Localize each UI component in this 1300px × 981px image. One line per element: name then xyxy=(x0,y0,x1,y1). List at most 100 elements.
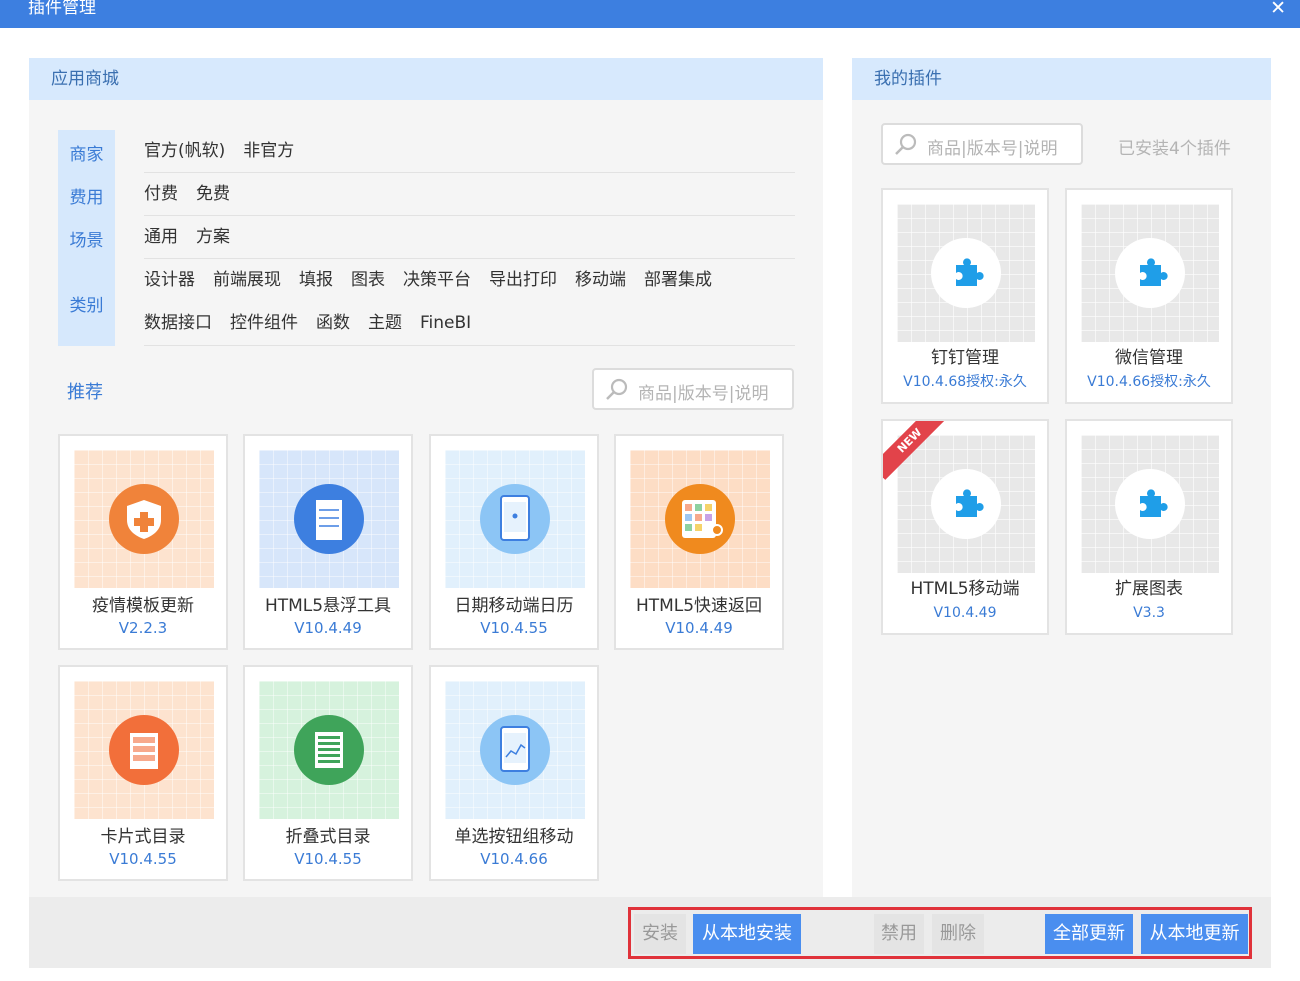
store-item-card[interactable]: 日期移动端日历 V10.4.55 xyxy=(429,434,599,650)
plugin-thumbnail xyxy=(897,204,1035,342)
plugin-version: V2.2.3 xyxy=(118,619,168,637)
plugin-name: 卡片式目录 xyxy=(100,827,186,847)
filter-option[interactable]: 通用 xyxy=(144,216,178,258)
puzzle-icon xyxy=(931,238,1001,308)
search-icon xyxy=(606,378,628,400)
plugin-name: 微信管理 xyxy=(1115,348,1183,368)
my-plugins-title: 我的插件 xyxy=(852,58,1271,100)
disable-button[interactable]: 禁用 xyxy=(874,914,924,954)
filter-option[interactable]: 非官方 xyxy=(243,130,294,172)
cards-icon xyxy=(109,715,179,785)
filter-option[interactable]: 付费 xyxy=(144,173,178,215)
filter-category-type: 类别 xyxy=(69,296,104,316)
store-item-card[interactable]: 疫情模板更新 V2.2.3 xyxy=(58,434,228,650)
filter-category-merchant: 商家 xyxy=(69,145,104,165)
app-store-title: 应用商城 xyxy=(29,58,823,100)
plugin-thumbnail xyxy=(1081,204,1219,342)
title-bar: 插件管理 ✕ xyxy=(0,0,1300,28)
filter-option[interactable]: 官方(帆软) xyxy=(144,130,225,172)
filter-option[interactable]: 主题 xyxy=(368,302,402,344)
store-search-input[interactable]: 商品|版本号|说明 xyxy=(592,368,794,410)
plugin-name: HTML5悬浮工具 xyxy=(264,596,392,616)
filter-option[interactable]: 数据接口 xyxy=(144,302,212,344)
filter-area: 商家 费用 场景 类别 官方(帆软) 非官方 付费 免费 通用 方案 设计器 前端展现填… xyxy=(58,130,795,346)
plugin-version: V10.4.66 xyxy=(480,850,548,868)
filter-row-scene: 通用 方案 xyxy=(144,216,795,259)
plugin-thumbnail xyxy=(74,450,214,588)
installed-count: 已安装4个插件 xyxy=(1118,139,1231,159)
store-search-placeholder: 商品|版本号|说明 xyxy=(638,384,769,404)
recommend-label: 推荐 xyxy=(67,382,103,403)
puzzle-icon xyxy=(1115,469,1185,539)
store-item-card[interactable]: 折叠式目录 V10.4.55 xyxy=(243,665,413,881)
tablet-grid-icon xyxy=(665,484,735,554)
window-title: 插件管理 xyxy=(28,0,96,18)
plugin-name: 钉钉管理 xyxy=(931,348,999,368)
install-button[interactable]: 安装 xyxy=(634,914,686,954)
filter-option[interactable]: 决策平台 xyxy=(403,259,471,301)
tablet-chart-icon xyxy=(480,715,550,785)
plugin-version: V10.4.49 xyxy=(294,619,362,637)
installed-plugin-card[interactable]: 扩展图表 V3.3 xyxy=(1065,419,1233,635)
installed-plugin-card[interactable]: 钉钉管理 V10.4.68授权:永久 xyxy=(881,188,1049,404)
plugin-thumbnail xyxy=(445,450,585,588)
plugin-version: V10.4.55 xyxy=(294,850,362,868)
filter-option[interactable]: 图表 xyxy=(351,259,385,301)
store-item-card[interactable]: 卡片式目录 V10.4.55 xyxy=(58,665,228,881)
installed-plugin-card[interactable]: NEW HTML5移动端 V10.4.49 xyxy=(881,419,1049,635)
filter-option[interactable]: 函数 xyxy=(316,302,350,344)
update-local-button[interactable]: 从本地更新 xyxy=(1141,914,1248,954)
shield-cross-icon xyxy=(109,484,179,554)
update-all-button[interactable]: 全部更新 xyxy=(1045,914,1133,954)
filter-option[interactable]: 部署集成 xyxy=(644,259,712,301)
filter-option[interactable]: 控件组件 xyxy=(230,302,298,344)
tablet-calendar-icon xyxy=(480,484,550,554)
filter-option[interactable]: 填报 xyxy=(299,259,333,301)
plugin-name: 扩展图表 xyxy=(1115,579,1183,599)
plugin-thumbnail xyxy=(259,450,399,588)
store-item-card[interactable]: 单选按钮组移动 V10.4.66 xyxy=(429,665,599,881)
installed-plugin-card[interactable]: 微信管理 V10.4.66授权:永久 xyxy=(1065,188,1233,404)
plugin-thumbnail xyxy=(74,681,214,819)
filter-row-fee: 付费 免费 xyxy=(144,173,795,216)
document-icon xyxy=(294,484,364,554)
plugin-name: 单选按钮组移动 xyxy=(454,827,574,847)
plugin-thumbnail xyxy=(1081,435,1219,573)
store-item-card[interactable]: HTML5快速返回 V10.4.49 xyxy=(614,434,784,650)
plugin-thumbnail xyxy=(259,681,399,819)
plugin-name: 折叠式目录 xyxy=(285,827,371,847)
list-icon xyxy=(294,715,364,785)
filter-option[interactable]: 免费 xyxy=(196,173,230,215)
filter-category-scene: 场景 xyxy=(69,231,104,251)
plugin-name: HTML5快速返回 xyxy=(635,596,763,616)
plugin-thumbnail xyxy=(445,681,585,819)
filter-option[interactable]: 前端展现 xyxy=(213,259,281,301)
app-store-panel: 应用商城 商家 费用 场景 类别 官方(帆软) 非官方 付费 免费 通用 方案 设计器… xyxy=(29,58,823,968)
my-plugins-search-placeholder: 商品|版本号|说明 xyxy=(927,139,1058,159)
install-local-button[interactable]: 从本地安装 xyxy=(693,914,801,954)
plugin-version: V3.3 xyxy=(1133,605,1165,621)
puzzle-icon xyxy=(931,469,1001,539)
store-item-card[interactable]: HTML5悬浮工具 V10.4.49 xyxy=(243,434,413,650)
filter-category-fee: 费用 xyxy=(69,188,104,208)
filter-option[interactable]: FineBI xyxy=(420,302,471,344)
plugin-version: V10.4.49 xyxy=(665,619,733,637)
filter-row-type: 设计器 前端展现 填报 图表 决策平台 导出打印 移动端 部署集成 数据接口 控件组件 函数 主题 F… xyxy=(144,259,795,346)
filter-row-merchant: 官方(帆软) 非官方 xyxy=(144,130,795,173)
close-icon[interactable]: ✕ xyxy=(1270,0,1286,19)
plugin-version: V10.4.55 xyxy=(480,619,548,637)
plugin-version: V10.4.49 xyxy=(933,605,997,621)
plugin-version: V10.4.55 xyxy=(109,850,177,868)
plugin-name: 日期移动端日历 xyxy=(454,596,574,616)
filter-option[interactable]: 设计器 xyxy=(144,259,195,301)
filter-option[interactable]: 移动端 xyxy=(575,259,626,301)
puzzle-icon xyxy=(1115,238,1185,308)
filter-option[interactable]: 导出打印 xyxy=(489,259,557,301)
plugin-version: V10.4.68授权:永久 xyxy=(903,374,1027,390)
plugin-name: HTML5移动端 xyxy=(910,579,1020,599)
plugin-thumbnail xyxy=(630,450,770,588)
search-icon xyxy=(895,133,917,155)
my-plugins-search-input[interactable]: 商品|版本号|说明 xyxy=(881,123,1083,165)
delete-button[interactable]: 删除 xyxy=(932,914,984,954)
filter-option[interactable]: 方案 xyxy=(196,216,230,258)
